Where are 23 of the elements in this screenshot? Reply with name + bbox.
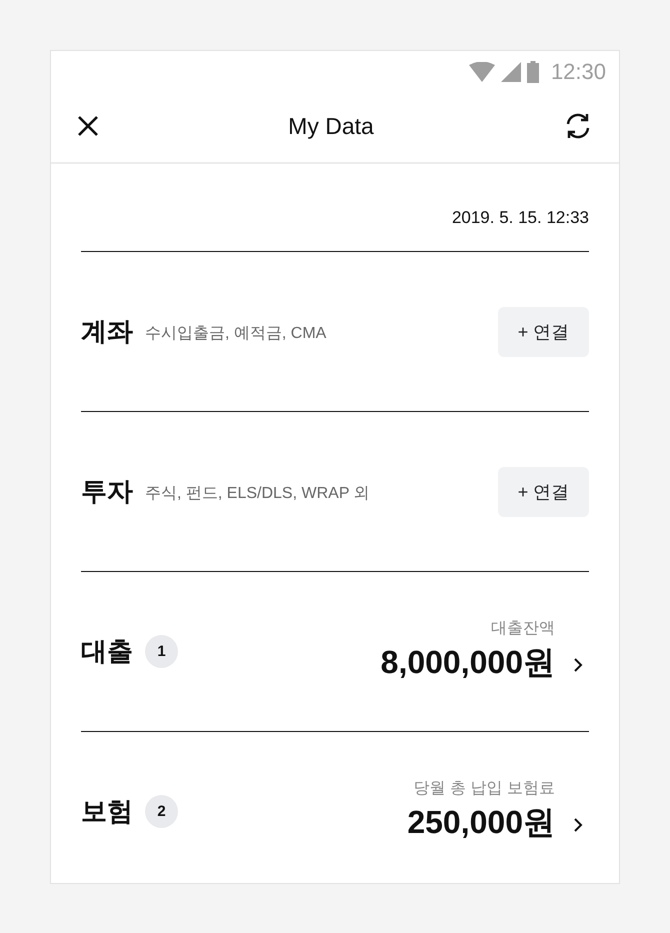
signal-icon xyxy=(500,62,521,82)
section-title: 투자 xyxy=(81,475,133,508)
battery-icon xyxy=(526,60,539,82)
amount-value: 8,000,000원 xyxy=(380,643,555,682)
connect-button[interactable]: + 연결 xyxy=(498,306,589,356)
amount-value: 250,000원 xyxy=(407,803,555,842)
close-icon xyxy=(77,115,99,137)
section-description: 수시입출금, 예적금, CMA xyxy=(145,324,326,344)
count-badge: 2 xyxy=(145,795,178,828)
amount-caption: 대출잔액 xyxy=(491,619,555,639)
status-time: 12:30 xyxy=(550,58,606,84)
chevron-right-icon[interactable] xyxy=(573,656,583,672)
section-description: 주식, 펀드, ELS/DLS, WRAP 외 xyxy=(145,484,370,504)
updated-timestamp: 2019. 5. 15. 12:33 xyxy=(452,208,589,228)
amount-caption: 당월 총 납입 보험료 xyxy=(414,779,555,799)
wifi-icon xyxy=(468,62,495,82)
connect-button[interactable]: + 연결 xyxy=(498,466,589,516)
chevron-right-icon[interactable] xyxy=(573,816,583,832)
screen-title: My Data xyxy=(288,112,374,140)
section-title: 계좌 xyxy=(81,315,133,348)
section-title: 보험 xyxy=(81,795,133,828)
count-badge: 1 xyxy=(145,635,178,668)
section-title: 대출 xyxy=(81,635,133,668)
